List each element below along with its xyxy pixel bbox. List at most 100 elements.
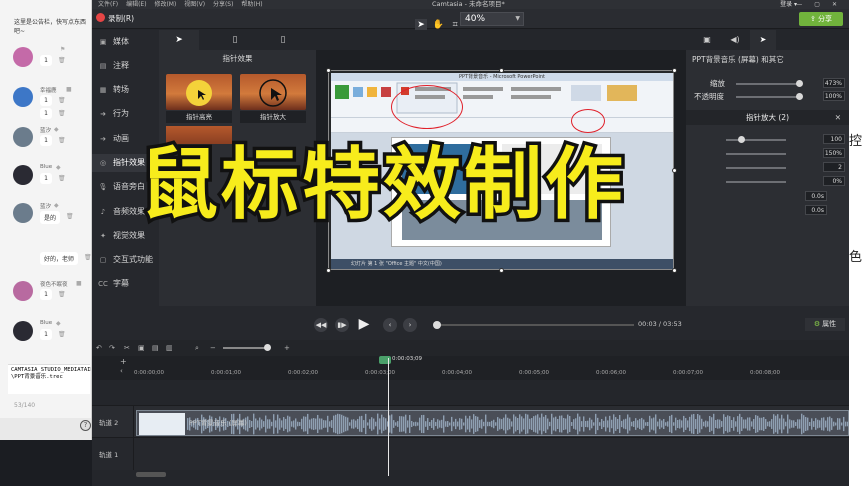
avatar[interactable]	[13, 165, 33, 185]
collapse-icon[interactable]: ‹	[120, 367, 123, 375]
timeline-ruler[interactable]: + ‹ 0:00:03;09 0:00:00;00 0:00:01;00 0:0…	[92, 356, 849, 380]
waveform-bar	[249, 419, 251, 429]
effect-magnify-thumb[interactable]	[240, 74, 306, 110]
overlay-title: 鼠标特效制作	[137, 137, 627, 234]
prop-value[interactable]: 0.0s	[805, 191, 827, 201]
tool-interactivity[interactable]: ▢ 交互式功能	[92, 251, 159, 269]
resize-handle[interactable]	[499, 268, 504, 273]
properties-button[interactable]: ⚙ 属性	[805, 318, 845, 331]
waveform-bar	[629, 417, 631, 431]
trash-icon[interactable]: 🗑	[84, 254, 91, 261]
resize-handle[interactable]	[672, 268, 677, 273]
menu-view[interactable]: 视图(V)	[184, 1, 205, 8]
share-button[interactable]: ⇪ 分享	[799, 12, 843, 26]
playhead-handle[interactable]	[379, 356, 391, 364]
maximize-icon[interactable]: ▢	[814, 1, 826, 8]
menu-file[interactable]: 文件(F)	[98, 1, 118, 8]
waveform-bar	[755, 415, 757, 433]
tab-right-click[interactable]: ▯	[263, 30, 303, 50]
waveform-bar	[445, 421, 447, 427]
cut-icon[interactable]: ✂	[124, 340, 130, 356]
add-track-icon[interactable]: +	[120, 357, 127, 366]
split-icon[interactable]: ▥	[166, 340, 173, 356]
prop-value[interactable]: 0.0s	[805, 205, 827, 215]
timeline-scrollbar[interactable]	[136, 472, 166, 477]
paste-icon[interactable]: ▤	[152, 340, 159, 356]
trash-icon[interactable]: 🗑	[58, 291, 66, 298]
trash-icon[interactable]: 🗑	[58, 110, 66, 117]
opacity-value[interactable]: 100%	[823, 91, 845, 101]
scale-slider-knob[interactable]	[796, 80, 803, 87]
menu-modify[interactable]: 修改(M)	[154, 1, 176, 8]
chat-input[interactable]: CAMTASIA_STUDIO_MEDIATAIN \PPT背景音乐.trec	[8, 364, 91, 394]
trash-icon[interactable]: 🗑	[58, 97, 66, 104]
trash-icon[interactable]: 🗑	[58, 175, 66, 182]
scale-value[interactable]: 473%	[823, 78, 845, 88]
timeline-clip[interactable]: PPT背景音乐 (屏幕)	[136, 410, 849, 436]
avatar[interactable]	[13, 321, 33, 341]
resize-handle[interactable]	[326, 268, 331, 273]
scale-slider[interactable]	[736, 83, 800, 85]
tab-cursor[interactable]: ➤	[159, 30, 199, 50]
prop-value[interactable]: 100	[823, 134, 845, 144]
waveform-bar	[503, 417, 505, 431]
tab-audio-props[interactable]: ◀)	[722, 30, 748, 50]
avatar[interactable]	[13, 203, 33, 223]
tab-left-click[interactable]: ▯	[215, 30, 255, 50]
prev-frame-button[interactable]: ‹	[383, 318, 397, 332]
track-1[interactable]: 轨道 1	[92, 438, 849, 470]
avatar[interactable]	[13, 127, 33, 147]
next-frame-button[interactable]: ›	[403, 318, 417, 332]
tab-cursor-props[interactable]: ➤	[750, 30, 776, 50]
trash-icon[interactable]: 🗑	[66, 213, 74, 220]
tab-visual-props[interactable]: ▣	[694, 30, 720, 50]
track-2[interactable]: 轨道 2 PPT背景音乐 (屏幕)	[92, 405, 849, 438]
close-icon[interactable]: ✕	[832, 1, 843, 8]
timeline-zoom-slider[interactable]	[223, 347, 268, 349]
resize-handle[interactable]	[499, 68, 504, 73]
play-button[interactable]: ▶	[355, 315, 373, 333]
step-back-button[interactable]: ▮▶	[335, 318, 349, 332]
avatar[interactable]	[13, 281, 33, 301]
help-icon[interactable]: ?	[80, 420, 91, 431]
tool-transitions[interactable]: ▦ 转场	[92, 81, 159, 99]
copy-icon[interactable]: ▣	[138, 340, 145, 356]
effect-highlight-thumb[interactable]	[166, 74, 232, 110]
redo-icon[interactable]: ↷	[109, 340, 115, 356]
menu-edit[interactable]: 编辑(E)	[126, 1, 146, 8]
prop-value[interactable]: 150%	[823, 148, 845, 158]
prop-value[interactable]: 2	[823, 162, 845, 172]
menu-share[interactable]: 分享(S)	[213, 1, 234, 8]
tool-captions[interactable]: CC 字幕	[92, 275, 159, 293]
opacity-slider-knob[interactable]	[796, 93, 803, 100]
record-button[interactable]: 录制(R)	[96, 13, 134, 25]
zoom-select[interactable]: 40% ▼	[460, 12, 524, 26]
waveform-bar	[399, 416, 401, 432]
waveform-bar	[305, 416, 307, 432]
resize-handle[interactable]	[672, 68, 677, 73]
timeline-zoom-knob[interactable]	[264, 344, 271, 351]
scrub-knob[interactable]	[433, 321, 441, 329]
zoom-out-icon[interactable]: −	[210, 340, 216, 356]
chat-message: 蓝汐 ◆ 是的 🗑	[0, 200, 91, 230]
trash-icon[interactable]: 🗑	[58, 137, 66, 144]
rewind-button[interactable]: ◀◀	[314, 318, 328, 332]
tool-media[interactable]: ▣ 媒体	[92, 33, 159, 51]
trash-icon[interactable]: 🗑	[58, 57, 66, 64]
tool-label: 媒体	[113, 37, 129, 46]
undo-icon[interactable]: ↶	[96, 340, 102, 356]
prop-value[interactable]: 0%	[823, 176, 845, 186]
opacity-slider[interactable]	[736, 96, 800, 98]
trash-icon[interactable]: 🗑	[58, 331, 66, 338]
resize-handle[interactable]	[326, 68, 331, 73]
scrub-track[interactable]	[437, 324, 634, 326]
zoom-in-icon[interactable]: +	[284, 340, 290, 356]
zoom-icon[interactable]: ⌕	[195, 340, 199, 356]
tool-behaviors[interactable]: ➜ 行为	[92, 105, 159, 123]
tool-annotations[interactable]: ▤ 注释	[92, 57, 159, 75]
avatar[interactable]	[13, 47, 33, 67]
minimize-icon[interactable]: —	[796, 1, 808, 8]
chat-message: Blue ◆ 1 🗑	[0, 318, 91, 348]
close-icon[interactable]: ✕	[835, 110, 841, 125]
menu-help[interactable]: 帮助(H)	[241, 1, 262, 8]
